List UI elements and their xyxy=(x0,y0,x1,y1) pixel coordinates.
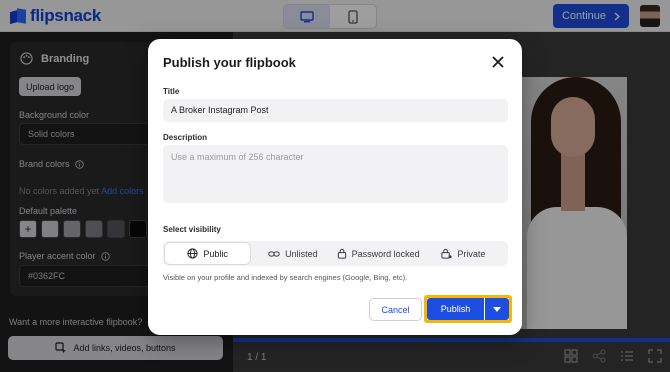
visibility-label: Select visibility xyxy=(163,225,221,234)
publish-modal: Publish your flipbook Title A Broker Ins… xyxy=(148,39,522,335)
visibility-option-private[interactable]: Private xyxy=(421,243,506,264)
publish-button[interactable]: Publish xyxy=(427,298,484,320)
visibility-option-label: Unlisted xyxy=(285,248,318,259)
link-icon xyxy=(268,250,280,257)
close-icon[interactable] xyxy=(491,55,505,69)
private-lock-icon xyxy=(441,248,452,259)
visibility-option-public[interactable]: Public xyxy=(165,243,251,264)
lock-icon xyxy=(337,248,346,259)
description-textarea[interactable]: Use a maximum of 256 character xyxy=(163,145,508,203)
visibility-help-text: Visible on your profile and indexed by s… xyxy=(163,273,408,282)
title-input[interactable]: A Broker Instagram Post xyxy=(163,99,508,122)
modal-title: Publish your flipbook xyxy=(163,55,296,70)
visibility-option-label: Private xyxy=(457,248,486,259)
publish-button-highlight: Publish xyxy=(424,295,512,323)
visibility-selector: Public Unlisted Password locked Private xyxy=(163,241,508,266)
visibility-option-unlisted[interactable]: Unlisted xyxy=(250,243,335,264)
publish-options-button[interactable] xyxy=(485,298,509,320)
visibility-option-label: Public xyxy=(203,248,228,259)
title-label: Title xyxy=(163,87,180,96)
visibility-option-password[interactable]: Password locked xyxy=(336,243,421,264)
cancel-button[interactable]: Cancel xyxy=(369,298,422,321)
globe-icon xyxy=(187,248,198,259)
description-label: Description xyxy=(163,133,208,142)
caret-down-icon xyxy=(493,306,501,312)
visibility-option-label: Password locked xyxy=(351,248,420,259)
